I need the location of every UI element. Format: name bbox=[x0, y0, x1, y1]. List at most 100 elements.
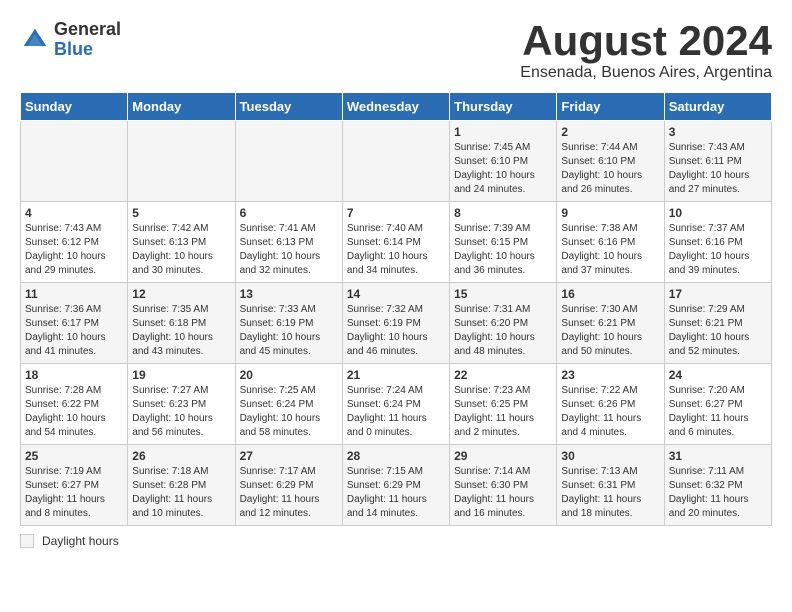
calendar-cell: 25Sunrise: 7:19 AM Sunset: 6:27 PM Dayli… bbox=[21, 445, 128, 526]
logo-icon bbox=[20, 25, 50, 55]
column-header-saturday: Saturday bbox=[664, 93, 771, 121]
day-number: 27 bbox=[240, 449, 338, 463]
calendar-cell bbox=[342, 121, 449, 202]
day-number: 1 bbox=[454, 125, 552, 139]
day-number: 18 bbox=[25, 368, 123, 382]
cell-content: Sunrise: 7:17 AM Sunset: 6:29 PM Dayligh… bbox=[240, 465, 338, 521]
calendar-cell: 19 Sunrise: 7:27 AM Sunset: 6:23 PM Dayli… bbox=[128, 364, 235, 445]
cell-content: Sunrise: 7:43 AM Sunset: 6:12 PM Dayligh… bbox=[25, 222, 123, 278]
cell-content: Sunrise: 7:18 AM Sunset: 6:28 PM Dayligh… bbox=[132, 465, 230, 521]
day-number: 20 bbox=[240, 368, 338, 382]
calendar-cell: 1 Sunrise: 7:45 AM Sunset: 6:10 PM Daylig… bbox=[450, 121, 557, 202]
calendar-week-3: 11 Sunrise: 7:36 AM Sunset: 6:17 PM Dayli… bbox=[21, 283, 772, 364]
day-number: 12 bbox=[132, 287, 230, 301]
day-number: 17 bbox=[669, 287, 767, 301]
cell-content: Sunrise: 7:23 AM Sunset: 6:25 PM Dayligh… bbox=[454, 384, 552, 440]
column-header-sunday: Sunday bbox=[21, 93, 128, 121]
calendar-cell: 21 Sunrise: 7:24 AM Sunset: 6:24 PM Dayli… bbox=[342, 364, 449, 445]
calendar-cell: 26 Sunrise: 7:18 AM Sunset: 6:28 PM Dayli… bbox=[128, 445, 235, 526]
cell-content: Sunrise: 7:42 AM Sunset: 6:13 PM Dayligh… bbox=[132, 222, 230, 278]
day-number: 23 bbox=[561, 368, 659, 382]
location-subtitle: Ensenada, Buenos Aires, Argentina bbox=[520, 64, 772, 82]
cell-content: Sunrise: 7:36 AM Sunset: 6:17 PM Dayligh… bbox=[25, 303, 123, 359]
day-number: 10 bbox=[669, 206, 767, 220]
cell-content: Sunrise: 7:45 AM Sunset: 6:10 PM Dayligh… bbox=[454, 141, 552, 197]
cell-content: Sunrise: 7:29 AM Sunset: 6:21 PM Dayligh… bbox=[669, 303, 767, 359]
calendar-cell: 8Sunrise: 7:39 AM Sunset: 6:15 PM Daylig… bbox=[450, 202, 557, 283]
day-number: 25 bbox=[25, 449, 123, 463]
day-number: 11 bbox=[25, 287, 123, 301]
cell-content: Sunrise: 7:14 AM Sunset: 6:30 PM Dayligh… bbox=[454, 465, 552, 521]
calendar-cell: 23 Sunrise: 7:22 AM Sunset: 6:26 PM Dayli… bbox=[557, 364, 664, 445]
calendar-cell: 4Sunrise: 7:43 AM Sunset: 6:12 PM Daylig… bbox=[21, 202, 128, 283]
calendar-cell: 28 Sunrise: 7:15 AM Sunset: 6:29 PM Dayli… bbox=[342, 445, 449, 526]
day-number: 19 bbox=[132, 368, 230, 382]
cell-content: Sunrise: 7:31 AM Sunset: 6:20 PM Dayligh… bbox=[454, 303, 552, 359]
calendar-cell: 15 Sunrise: 7:31 AM Sunset: 6:20 PM Dayli… bbox=[450, 283, 557, 364]
day-number: 13 bbox=[240, 287, 338, 301]
cell-content: Sunrise: 7:20 AM Sunset: 6:27 PM Dayligh… bbox=[669, 384, 767, 440]
column-header-thursday: Thursday bbox=[450, 93, 557, 121]
logo-general-text: General bbox=[54, 20, 121, 40]
calendar-cell: 2 Sunrise: 7:44 AM Sunset: 6:10 PM Daylig… bbox=[557, 121, 664, 202]
cell-content: Sunrise: 7:27 AM Sunset: 6:23 PM Dayligh… bbox=[132, 384, 230, 440]
calendar-cell: 13 Sunrise: 7:33 AM Sunset: 6:19 PM Dayli… bbox=[235, 283, 342, 364]
calendar-cell: 17 Sunrise: 7:29 AM Sunset: 6:21 PM Dayli… bbox=[664, 283, 771, 364]
footer-box bbox=[20, 534, 34, 548]
calendar-cell: 11 Sunrise: 7:36 AM Sunset: 6:17 PM Dayli… bbox=[21, 283, 128, 364]
calendar-cell: 27 Sunrise: 7:17 AM Sunset: 6:29 PM Dayli… bbox=[235, 445, 342, 526]
calendar-cell: 10Sunrise: 7:37 AM Sunset: 6:16 PM Dayli… bbox=[664, 202, 771, 283]
cell-content: Sunrise: 7:33 AM Sunset: 6:19 PM Dayligh… bbox=[240, 303, 338, 359]
day-number: 31 bbox=[669, 449, 767, 463]
calendar-cell: 5Sunrise: 7:42 AM Sunset: 6:13 PM Daylig… bbox=[128, 202, 235, 283]
calendar-cell: 18 Sunrise: 7:28 AM Sunset: 6:22 PM Dayli… bbox=[21, 364, 128, 445]
logo-blue-text: Blue bbox=[54, 40, 121, 60]
calendar-cell: 9Sunrise: 7:38 AM Sunset: 6:16 PM Daylig… bbox=[557, 202, 664, 283]
calendar-cell: 31 Sunrise: 7:11 AM Sunset: 6:32 PM Dayli… bbox=[664, 445, 771, 526]
page-header: General Blue August 2024 Ensenada, Bueno… bbox=[20, 20, 772, 82]
calendar-table: SundayMondayTuesdayWednesdayThursdayFrid… bbox=[20, 92, 772, 526]
day-number: 15 bbox=[454, 287, 552, 301]
cell-content: Sunrise: 7:30 AM Sunset: 6:21 PM Dayligh… bbox=[561, 303, 659, 359]
calendar-cell: 6Sunrise: 7:41 AM Sunset: 6:13 PM Daylig… bbox=[235, 202, 342, 283]
cell-content: Sunrise: 7:35 AM Sunset: 6:18 PM Dayligh… bbox=[132, 303, 230, 359]
day-number: 28 bbox=[347, 449, 445, 463]
day-number: 6 bbox=[240, 206, 338, 220]
day-number: 7 bbox=[347, 206, 445, 220]
cell-content: Sunrise: 7:24 AM Sunset: 6:24 PM Dayligh… bbox=[347, 384, 445, 440]
calendar-cell: 20 Sunrise: 7:25 AM Sunset: 6:24 PM Dayli… bbox=[235, 364, 342, 445]
cell-content: Sunrise: 7:40 AM Sunset: 6:14 PM Dayligh… bbox=[347, 222, 445, 278]
calendar-cell: 29 Sunrise: 7:14 AM Sunset: 6:30 PM Dayli… bbox=[450, 445, 557, 526]
cell-content: Sunrise: 7:39 AM Sunset: 6:15 PM Dayligh… bbox=[454, 222, 552, 278]
cell-content: Sunrise: 7:43 AM Sunset: 6:11 PM Dayligh… bbox=[669, 141, 767, 197]
logo: General Blue bbox=[20, 20, 121, 60]
day-number: 9 bbox=[561, 206, 659, 220]
day-number: 26 bbox=[132, 449, 230, 463]
calendar-cell: 14 Sunrise: 7:32 AM Sunset: 6:19 PM Dayli… bbox=[342, 283, 449, 364]
day-number: 24 bbox=[669, 368, 767, 382]
calendar-week-1: 1 Sunrise: 7:45 AM Sunset: 6:10 PM Daylig… bbox=[21, 121, 772, 202]
day-number: 14 bbox=[347, 287, 445, 301]
cell-content: Sunrise: 7:11 AM Sunset: 6:32 PM Dayligh… bbox=[669, 465, 767, 521]
calendar-cell: 24 Sunrise: 7:20 AM Sunset: 6:27 PM Dayli… bbox=[664, 364, 771, 445]
calendar-cell bbox=[128, 121, 235, 202]
cell-content: Sunrise: 7:15 AM Sunset: 6:29 PM Dayligh… bbox=[347, 465, 445, 521]
month-title: August 2024 bbox=[520, 20, 772, 62]
title-block: August 2024 Ensenada, Buenos Aires, Arge… bbox=[520, 20, 772, 82]
calendar-cell: 7 Sunrise: 7:40 AM Sunset: 6:14 PM Daylig… bbox=[342, 202, 449, 283]
cell-content: Sunrise: 7:32 AM Sunset: 6:19 PM Dayligh… bbox=[347, 303, 445, 359]
cell-content: Sunrise: 7:22 AM Sunset: 6:26 PM Dayligh… bbox=[561, 384, 659, 440]
day-number: 2 bbox=[561, 125, 659, 139]
cell-content: Sunrise: 7:44 AM Sunset: 6:10 PM Dayligh… bbox=[561, 141, 659, 197]
cell-content: Sunrise: 7:28 AM Sunset: 6:22 PM Dayligh… bbox=[25, 384, 123, 440]
day-number: 21 bbox=[347, 368, 445, 382]
calendar-cell: 12 Sunrise: 7:35 AM Sunset: 6:18 PM Dayli… bbox=[128, 283, 235, 364]
day-number: 22 bbox=[454, 368, 552, 382]
calendar-week-4: 18 Sunrise: 7:28 AM Sunset: 6:22 PM Dayli… bbox=[21, 364, 772, 445]
column-header-tuesday: Tuesday bbox=[235, 93, 342, 121]
calendar-cell: 3Sunrise: 7:43 AM Sunset: 6:11 PM Daylig… bbox=[664, 121, 771, 202]
day-number: 29 bbox=[454, 449, 552, 463]
cell-content: Sunrise: 7:25 AM Sunset: 6:24 PM Dayligh… bbox=[240, 384, 338, 440]
calendar-week-5: 25Sunrise: 7:19 AM Sunset: 6:27 PM Dayli… bbox=[21, 445, 772, 526]
column-header-friday: Friday bbox=[557, 93, 664, 121]
